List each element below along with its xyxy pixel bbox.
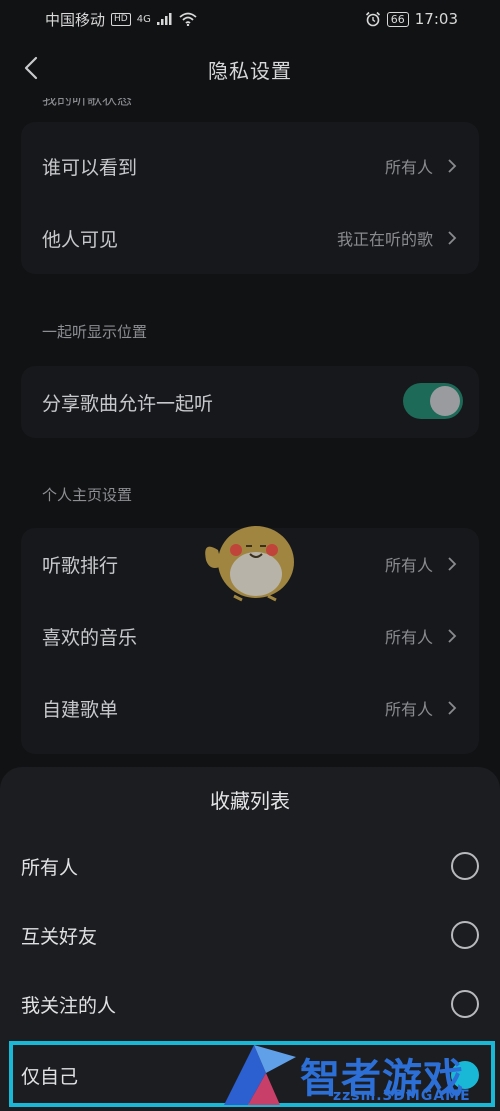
status-left: 中国移动 HD 4G	[45, 9, 197, 30]
page-title: 隐私设置	[208, 58, 292, 83]
chevron-right-icon	[448, 629, 457, 643]
sheet-title: 收藏列表	[210, 789, 290, 813]
chevron-right-icon	[448, 557, 457, 571]
hd-badge: HD	[111, 12, 131, 26]
section-label-listen-together: 一起听显示位置	[42, 323, 148, 341]
row-value: 所有人	[384, 158, 433, 177]
chevron-left-icon	[24, 56, 38, 80]
watermark-subtext: zzsm.3DMGAME	[333, 1088, 471, 1104]
row-label: 他人可见	[42, 228, 119, 251]
row-created-playlists[interactable]: 自建歌单 所有人	[21, 672, 479, 744]
page-header: 隐私设置	[0, 40, 500, 98]
radio-unselected-icon[interactable]	[451, 921, 479, 949]
watermark-logo-icon	[224, 1045, 296, 1105]
mascot-watermark-image	[205, 526, 294, 602]
row-who-can-see[interactable]: 谁可以看到 所有人	[21, 130, 479, 202]
section-label-listening-status: 我的听歌状态	[42, 98, 133, 108]
row-label: 分享歌曲允许一起听	[42, 392, 214, 415]
status-bar: 中国移动 HD 4G 66 17:03	[0, 0, 500, 38]
signal-icon	[156, 13, 172, 25]
network-label: 4G	[136, 13, 151, 25]
option-label: 互关好友	[21, 925, 98, 948]
chevron-right-icon	[448, 159, 457, 173]
row-liked-music[interactable]: 喜欢的音乐 所有人	[21, 600, 479, 672]
battery-icon: 66	[386, 11, 409, 27]
option-mutual-friends[interactable]: 互关好友	[0, 904, 500, 966]
row-label: 喜欢的音乐	[42, 626, 138, 649]
section-label-clip: 我的听歌状态	[0, 98, 500, 110]
wifi-icon	[179, 12, 197, 26]
option-label: 我关注的人	[21, 994, 117, 1017]
option-everyone[interactable]: 所有人	[0, 835, 500, 897]
chevron-right-icon	[448, 701, 457, 715]
row-value: 我正在听的歌	[336, 230, 433, 249]
option-label: 所有人	[21, 856, 79, 879]
row-value: 所有人	[384, 556, 433, 575]
status-right: 66 17:03	[365, 10, 458, 28]
back-button[interactable]	[14, 50, 48, 86]
radio-unselected-icon[interactable]	[451, 852, 479, 880]
card-listen-together: 分享歌曲允许一起听	[21, 366, 479, 438]
row-value: 所有人	[384, 700, 433, 719]
radio-unselected-icon[interactable]	[451, 990, 479, 1018]
row-value: 所有人	[384, 628, 433, 647]
alarm-icon	[365, 11, 380, 27]
clock-label: 17:03	[414, 10, 458, 28]
row-visible-to-others[interactable]: 他人可见 我正在听的歌	[21, 202, 479, 274]
chevron-right-icon	[448, 231, 457, 245]
section-label-profile: 个人主页设置	[42, 486, 133, 504]
option-people-i-follow[interactable]: 我关注的人	[0, 973, 500, 1035]
carrier-label: 中国移动	[45, 10, 106, 29]
card-listening-status: 谁可以看到 所有人 他人可见 我正在听的歌	[21, 122, 479, 274]
toggle-knob	[430, 386, 460, 416]
row-label: 谁可以看到	[42, 156, 138, 179]
row-label: 自建歌单	[42, 698, 119, 721]
listen-together-toggle[interactable]	[403, 383, 463, 419]
